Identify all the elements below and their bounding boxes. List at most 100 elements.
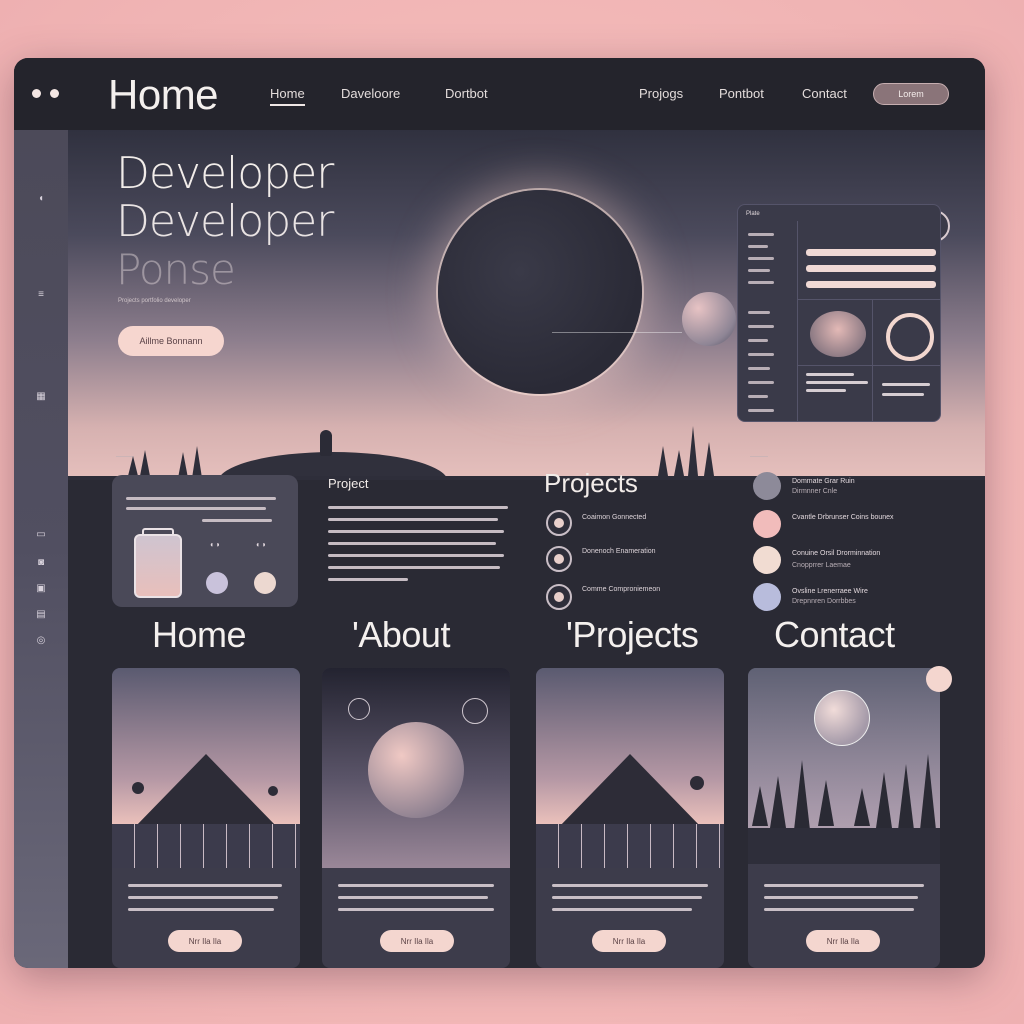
contact-subtext: Dirmnner Cnle <box>792 488 838 495</box>
nav-link-developer[interactable]: Daveloore <box>341 86 400 101</box>
project-item-icon[interactable] <box>546 510 572 536</box>
ring-orb <box>348 698 370 720</box>
section-marker: ——— <box>750 454 768 460</box>
card-projects-button[interactable]: Nrr Ila Ila <box>592 930 666 952</box>
dash-nav-line[interactable] <box>748 233 774 236</box>
dash-nav-line[interactable] <box>748 257 774 260</box>
section-label-about[interactable]: 'About <box>352 614 450 656</box>
card-projects[interactable]: Nrr Ila Ila <box>536 668 724 968</box>
dash-text-line <box>882 393 924 396</box>
dark-orb <box>268 786 278 796</box>
person-silhouette <box>320 430 332 456</box>
card-text-line <box>552 896 702 899</box>
knob-control[interactable] <box>254 572 276 594</box>
card-about-button[interactable]: Nrr Ila Ila <box>380 930 454 952</box>
project-item-text[interactable]: Coaimon Gonnected <box>582 514 646 521</box>
project-text-line <box>328 518 498 521</box>
contact-name[interactable]: Cvantle Drbrunser Coins bounex <box>792 514 894 521</box>
dash-nav-line[interactable] <box>748 311 770 314</box>
window-dot-1[interactable] <box>32 89 41 98</box>
contact-avatar[interactable] <box>753 472 781 500</box>
dash-nav-line[interactable] <box>748 409 774 412</box>
folder-icon[interactable]: ▭ <box>34 530 48 540</box>
contact-name[interactable]: Ovsline Lrenerraee Wire <box>792 588 868 595</box>
eclipse-line <box>552 332 682 333</box>
project-item-icon[interactable] <box>546 546 572 572</box>
ring-orb <box>462 698 488 724</box>
project-text-line <box>328 506 508 509</box>
grid-icon[interactable]: ▦ <box>34 392 48 402</box>
dash-nav-line[interactable] <box>748 339 768 342</box>
dash-nav-line[interactable] <box>748 353 774 356</box>
card-home[interactable]: Nrr Ila Ila <box>112 668 300 968</box>
card-text-line <box>338 884 494 887</box>
floating-action-icon[interactable] <box>926 666 952 692</box>
dash-nav-line[interactable] <box>748 367 770 370</box>
toggle-icon[interactable]: ◐◑ <box>210 540 220 549</box>
window-dot-2[interactable] <box>50 89 59 98</box>
pine-tree <box>854 788 870 826</box>
dashboard-sidebar <box>738 221 798 421</box>
projects-heading: Projects <box>544 468 638 498</box>
moon-illustration <box>682 292 736 346</box>
nav-link-projects[interactable]: Projogs <box>639 86 683 101</box>
contact-avatar[interactable] <box>753 510 781 538</box>
jar-illustration <box>134 534 182 598</box>
project-item-icon[interactable] <box>546 584 572 610</box>
contact-subtext: Drepnnren Dorrbbes <box>792 598 856 605</box>
contact-name[interactable]: Dommate Grar Ruin <box>792 478 855 485</box>
dash-nav-line[interactable] <box>748 269 770 272</box>
project-item-text[interactable]: Donenoch Enameration <box>582 548 656 555</box>
project-text-line <box>328 542 496 545</box>
card-text-line <box>126 507 266 510</box>
camera-icon[interactable]: ◙ <box>34 558 48 568</box>
user-icon[interactable]: ◎ <box>34 636 48 646</box>
section-label-contact[interactable]: Contact <box>774 614 895 656</box>
toggle-icon[interactable]: ◐◑ <box>256 540 266 549</box>
calendar-icon[interactable]: ▣ <box>34 584 48 594</box>
pine-tree <box>794 760 810 830</box>
hero-title-line-3: Ponse <box>116 245 236 294</box>
dash-bar-2 <box>806 265 936 272</box>
dash-text-line <box>882 383 930 386</box>
dash-text-line <box>806 381 868 384</box>
knob-control[interactable] <box>206 572 228 594</box>
dark-orb <box>690 776 704 790</box>
contact-name[interactable]: Conuine Orsil Drorminnation <box>792 550 880 557</box>
card-contact-button[interactable]: Nrr Ila Ila <box>806 930 880 952</box>
pine-tree <box>818 780 834 826</box>
card-text-line <box>552 908 692 911</box>
chat-icon[interactable]: ◖ <box>34 194 48 204</box>
contact-avatar[interactable] <box>753 583 781 611</box>
card-text-line <box>128 908 274 911</box>
brand-title[interactable]: Home <box>108 71 219 119</box>
card-about[interactable]: Nrr Ila Ila <box>322 668 510 968</box>
grid-ground <box>112 824 300 868</box>
mail-icon[interactable]: ▤ <box>34 610 48 620</box>
section-label-home[interactable]: Home <box>152 614 247 656</box>
dash-nav-line[interactable] <box>748 381 774 384</box>
tree-8 <box>704 442 714 476</box>
nav-link-contact[interactable]: Contact <box>802 86 847 101</box>
planet-illustration <box>368 722 464 818</box>
section-label-projects[interactable]: 'Projects <box>566 614 699 656</box>
card-text-line <box>764 884 924 887</box>
dash-nav-line[interactable] <box>748 325 774 328</box>
dash-nav-line[interactable] <box>748 281 774 284</box>
nav-link-portfolio[interactable]: Pontbot <box>719 86 764 101</box>
dash-bar-3 <box>806 281 936 288</box>
nav-link-about[interactable]: Dortbot <box>445 86 488 101</box>
dash-nav-line[interactable] <box>748 245 768 248</box>
nav-cta-button[interactable]: Lorem <box>873 83 949 105</box>
dash-ring-icon[interactable] <box>886 313 934 361</box>
hero-cta-button[interactable]: Aillme Bonnann <box>118 326 224 356</box>
menu-icon[interactable]: ≡ <box>34 290 48 300</box>
nav-link-home[interactable]: Home <box>270 86 305 106</box>
card-projects-image <box>536 668 724 868</box>
card-home-button[interactable]: Nrr Ila Ila <box>168 930 242 952</box>
project-text-line <box>328 566 500 569</box>
project-item-text[interactable]: Comme Comproniemeon <box>582 586 660 593</box>
card-contact[interactable]: Nrr Ila Ila <box>748 668 940 968</box>
dash-nav-line[interactable] <box>748 395 768 398</box>
contact-avatar[interactable] <box>753 546 781 574</box>
